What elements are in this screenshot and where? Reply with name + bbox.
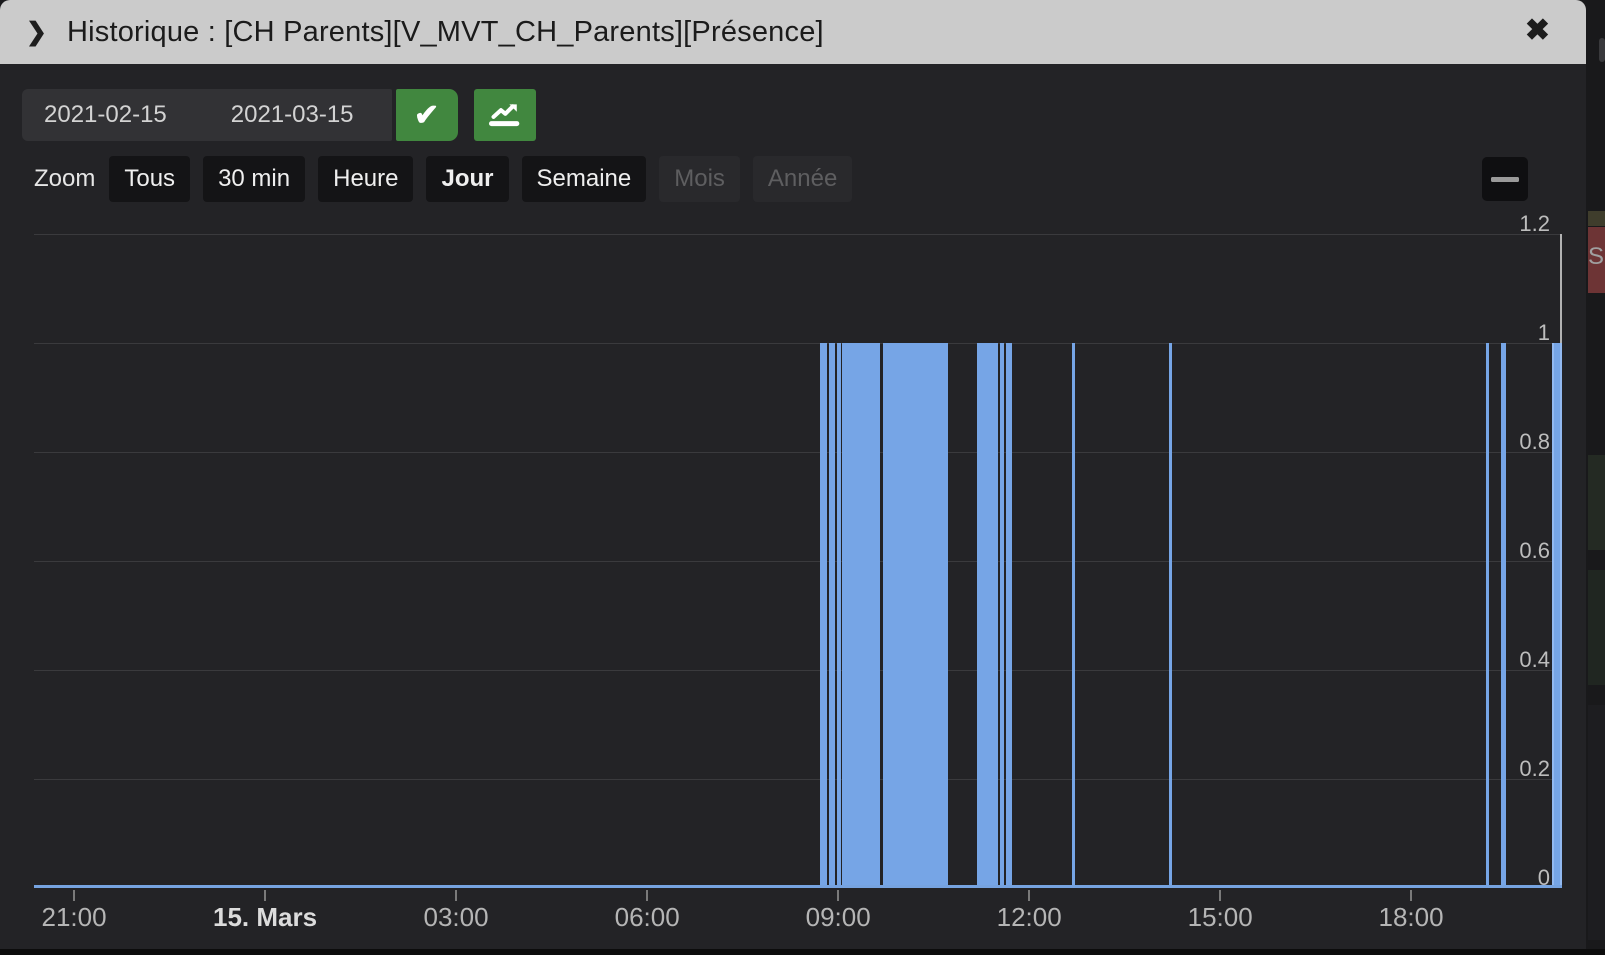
zoom-button-semaine[interactable]: Semaine	[522, 156, 647, 202]
chevron-right-icon[interactable]: ❯	[26, 17, 47, 47]
y-axis-label: 0.2	[1490, 756, 1550, 782]
zoom-button-jour[interactable]: Jour	[426, 156, 508, 202]
check-icon: ✔	[414, 98, 439, 133]
y-axis-label: 0.6	[1490, 538, 1550, 564]
presence-history-chart: 00.20.40.60.811.221:0015. Mars03:0006:00…	[34, 234, 1562, 888]
date-range-group: 2021-02-15 2021-03-15	[22, 89, 392, 141]
history-dialog-header: ❯ Historique : [CH Parents][V_MVT_CH_Par…	[0, 0, 1586, 64]
gridline	[34, 343, 1562, 344]
presence-segment	[1501, 343, 1506, 888]
line-chart-icon	[488, 99, 522, 131]
x-axis-label: 06:00	[615, 902, 680, 933]
zoom-button-tous[interactable]: Tous	[109, 156, 190, 202]
presence-segment	[1552, 343, 1562, 888]
background-fragment	[1588, 211, 1605, 226]
dialog-title: Historique : [CH Parents][V_MVT_CH_Paren…	[67, 16, 824, 49]
presence-segment	[1169, 343, 1172, 888]
x-axis-label: 12:00	[997, 902, 1062, 933]
background-fragment	[1588, 570, 1605, 685]
presence-segment	[842, 343, 880, 888]
x-axis-tick	[73, 890, 75, 901]
x-axis-tick	[455, 890, 457, 901]
x-axis-label: 03:00	[423, 902, 488, 933]
presence-segment	[883, 343, 948, 888]
gridline	[34, 234, 1562, 235]
zoom-button-heure[interactable]: Heure	[318, 156, 413, 202]
background-page-strip: S	[1586, 0, 1605, 955]
end-date-input[interactable]: 2021-03-15	[227, 101, 358, 129]
y-axis-label: 1	[1490, 320, 1550, 346]
background-fragment	[1588, 705, 1605, 940]
zoom-button-mois: Mois	[659, 156, 740, 202]
series-baseline	[34, 885, 1562, 888]
scrollbar-thumb[interactable]	[1599, 38, 1605, 62]
x-axis-label: 15:00	[1188, 902, 1253, 933]
x-axis-label: 21:00	[41, 902, 106, 933]
gridline	[34, 561, 1562, 562]
x-axis-tick	[1028, 890, 1030, 901]
x-axis-label: 18:00	[1378, 902, 1443, 933]
zoom-preset-row: Zoom Tous 30 min Heure Jour Semaine Mois…	[34, 156, 865, 202]
presence-segment	[1072, 343, 1075, 888]
show-chart-button[interactable]	[474, 89, 536, 141]
x-axis-tick	[1410, 890, 1412, 901]
x-axis-tick	[264, 890, 266, 901]
background-fragment	[1588, 455, 1605, 550]
start-date-input[interactable]: 2021-02-15	[40, 101, 171, 129]
x-axis-label: 09:00	[806, 902, 871, 933]
x-axis-tick	[646, 890, 648, 901]
presence-segment	[1000, 343, 1004, 888]
presence-segment	[1486, 343, 1489, 888]
y-axis-label: 1.2	[1490, 211, 1550, 237]
zoom-label: Zoom	[34, 165, 95, 193]
y-axis-label: 0	[1490, 865, 1550, 891]
x-axis-label: 15. Mars	[213, 902, 317, 933]
bottom-edge-strip	[0, 949, 1605, 955]
zoom-button-annee: Année	[753, 156, 852, 202]
gridline	[34, 452, 1562, 453]
presence-segment	[829, 343, 835, 888]
gridline	[34, 779, 1562, 780]
y-axis-label: 0.8	[1490, 429, 1550, 455]
date-range-row: 2021-02-15 2021-03-15 ✔	[22, 89, 536, 141]
presence-segment	[837, 343, 841, 888]
chart-context-menu-button[interactable]	[1482, 157, 1528, 201]
presence-segment	[820, 343, 827, 888]
screen: S ❯ Historique : [CH Parents][V_MVT_CH_P…	[0, 0, 1605, 955]
background-red-button-fragment: S	[1588, 227, 1605, 293]
y-axis-label: 0.4	[1490, 647, 1550, 673]
zoom-button-30min[interactable]: 30 min	[203, 156, 305, 202]
presence-segment	[1006, 343, 1012, 888]
x-axis-tick	[837, 890, 839, 901]
gridline	[34, 670, 1562, 671]
x-axis-tick	[1219, 890, 1221, 901]
apply-dates-button[interactable]: ✔	[396, 89, 458, 141]
presence-segment	[977, 343, 998, 888]
close-icon[interactable]: ✖	[1525, 14, 1550, 48]
